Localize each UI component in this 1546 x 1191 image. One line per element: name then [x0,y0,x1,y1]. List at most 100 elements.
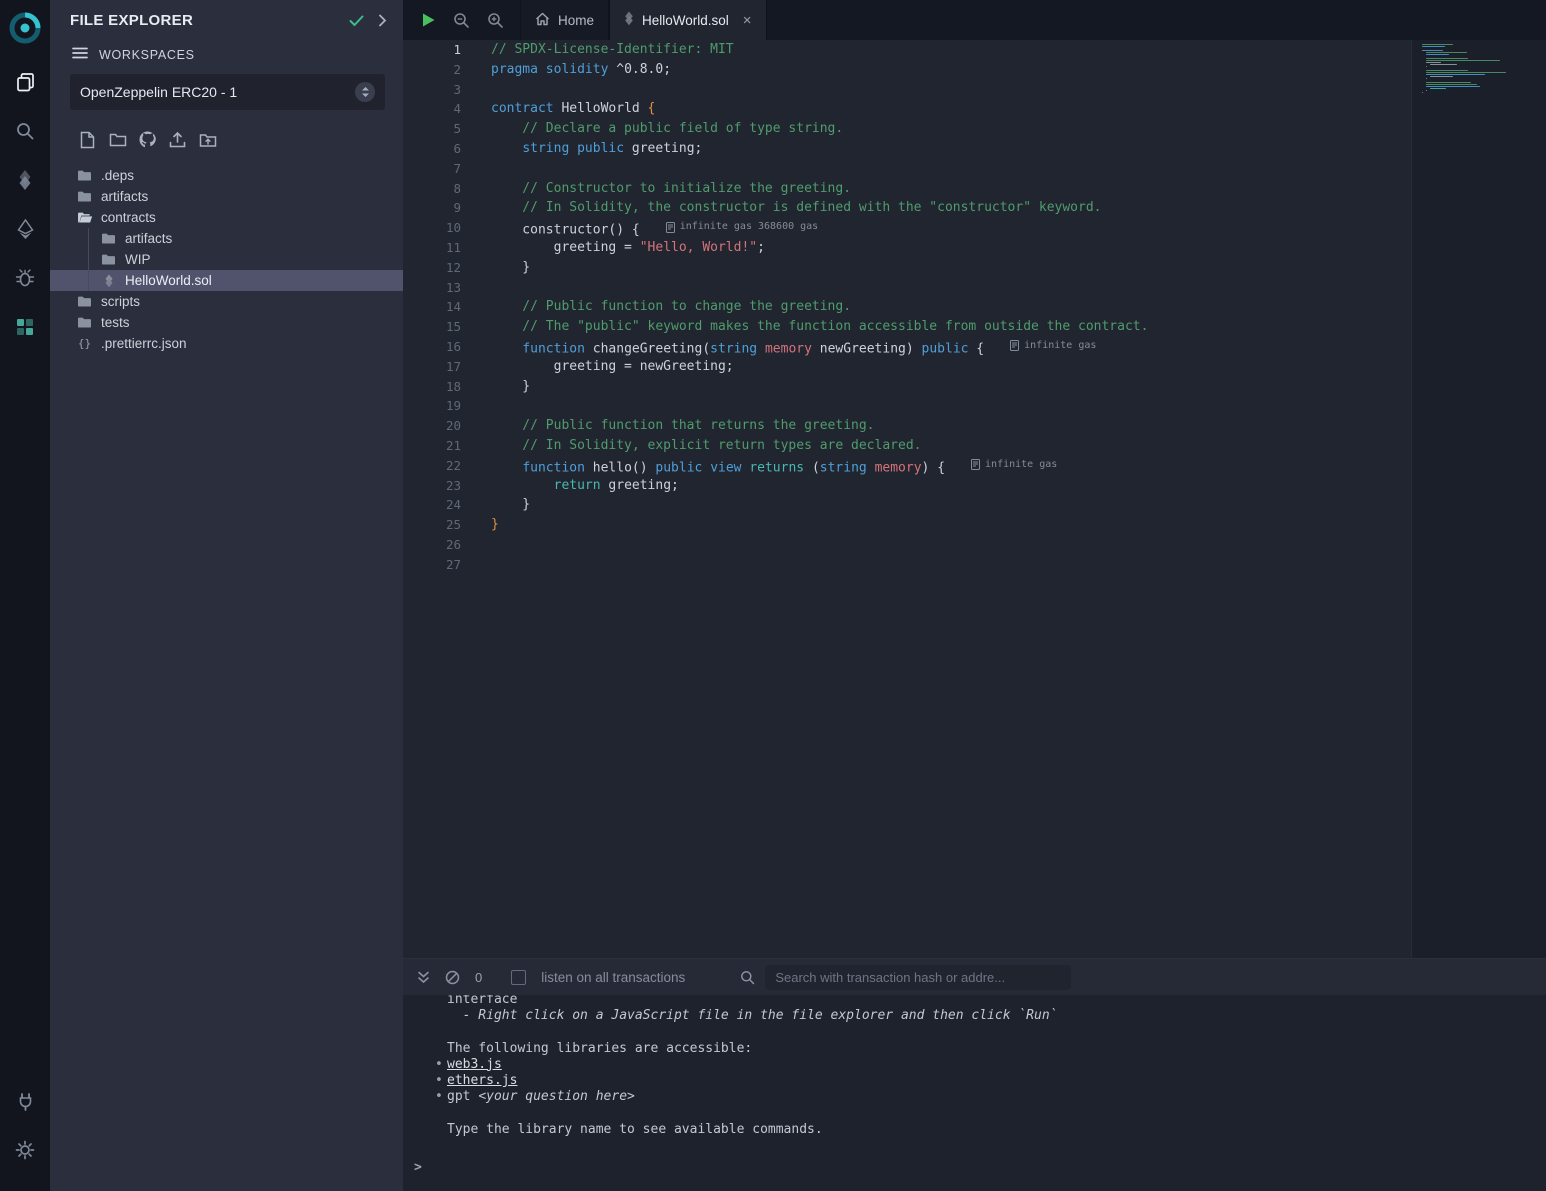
code-line-21: 21 // In Solidity, explicit return types… [403,436,1411,456]
indent-guide [88,270,89,291]
terminal-search-input[interactable] [765,965,1071,990]
file-tree-item-artifacts[interactable]: artifacts [50,228,403,249]
line-number: 16 [403,337,475,357]
zoom-out-icon[interactable] [453,12,470,29]
file-tree-item-.deps[interactable]: .deps [50,165,403,186]
tab-label: HelloWorld.sol [642,13,729,28]
upload-folder-icon[interactable] [198,130,217,149]
minimap-line [1426,82,1471,83]
terminal-line: The following libraries are accessible: [447,1041,1546,1057]
file-name: tests [101,315,130,330]
code-line-6: 6 string public greeting; [403,139,1411,159]
line-number: 5 [403,119,475,139]
code-line-14: 14 // Public function to change the gree… [403,297,1411,317]
file-tree: .deps artifacts contracts artifacts WIP Hello… [50,165,403,354]
play-button[interactable] [421,12,436,28]
plugins-icon[interactable] [7,309,43,345]
minimap-line [1426,70,1468,71]
code-line-1: 1// SPDX-License-Identifier: MIT [403,40,1411,60]
terminal-panel: 0 listen on all transactions interface -… [403,958,1546,1191]
search-icon[interactable] [7,113,43,149]
workspaces-label: WORKSPACES [99,48,195,62]
terminal-link[interactable]: ethers.js [447,1073,517,1088]
file-name: scripts [101,294,140,309]
folder-icon [76,190,93,203]
folder-icon [100,232,117,245]
new-file-icon[interactable] [78,130,97,149]
tab-label: Home [558,13,594,28]
terminal-link[interactable]: web3.js [447,1057,502,1072]
line-number: 3 [403,80,475,100]
tab-home[interactable]: Home [520,0,609,40]
remix-logo-icon[interactable] [5,8,45,48]
debugger-icon[interactable] [7,260,43,296]
file-tree-item-.prettierrc.json[interactable]: {}.prettierrc.json [50,333,403,354]
file-explorer-panel: FILE EXPLORER WORKSPACES OpenZeppelin ER… [50,0,403,1191]
code-line-3: 3 [403,80,1411,100]
terminal-prompt[interactable]: > [414,1160,1546,1176]
workspace-name: OpenZeppelin ERC20 - 1 [80,84,355,100]
listen-transactions-checkbox[interactable] [511,970,526,985]
minimap-line [1422,46,1445,47]
close-tab-icon[interactable]: × [743,12,752,29]
file-tree-item-wip[interactable]: WIP [50,249,403,270]
line-number: 4 [403,99,475,119]
code-line-5: 5 // Declare a public field of type stri… [403,119,1411,139]
file-name: HelloWorld.sol [125,273,212,288]
plugin-icon-bar [0,0,50,1191]
folder-icon [76,295,93,308]
terminal-line [447,1105,1546,1121]
code-line-13: 13 [403,278,1411,298]
file-name: contracts [101,210,156,225]
plugin-manager-icon[interactable] [7,1083,43,1119]
workspace-selector[interactable]: OpenZeppelin ERC20 - 1 [70,74,385,110]
tab-bar: Home HelloWorld.sol × [403,0,1546,40]
file-tree-item-scripts[interactable]: scripts [50,291,403,312]
minimap-line [1426,78,1427,79]
terminal-search-icon [740,970,755,985]
minimap-line [1422,92,1423,93]
gas-estimate-badge: infinite gas 368600 gas [666,217,818,237]
deploy-and-run-icon[interactable] [7,211,43,247]
check-icon[interactable] [349,15,364,27]
code-editor[interactable]: 1// SPDX-License-Identifier: MIT2pragma … [403,40,1546,958]
new-folder-icon[interactable] [108,130,127,149]
code-area[interactable]: 1// SPDX-License-Identifier: MIT2pragma … [403,40,1411,958]
terminal-line: •web3.js [447,1057,1546,1073]
expand-terminal-icon[interactable] [417,971,430,984]
file-name: .deps [101,168,134,183]
clear-console-icon[interactable] [445,970,460,985]
line-number: 17 [403,357,475,377]
chevron-right-icon[interactable] [378,14,387,27]
minimap-line [1426,72,1506,73]
code-line-8: 8 // Constructor to initialize the greet… [403,179,1411,199]
file-tree-item-tests[interactable]: tests [50,312,403,333]
terminal-line: - Right click on a JavaScript file in th… [447,1008,1546,1024]
file-tree-item-artifacts[interactable]: artifacts [50,186,403,207]
upload-file-icon[interactable] [168,130,187,149]
code-line-10: 10 constructor() {infinite gas 368600 ga… [403,218,1411,238]
code-line-16: 16 function changeGreeting(string memory… [403,337,1411,357]
minimap-line [1426,84,1477,85]
minimap-line [1426,90,1427,91]
file-name: artifacts [125,231,172,246]
code-line-11: 11 greeting = "Hello, World!"; [403,238,1411,258]
settings-gear-icon[interactable] [7,1132,43,1168]
folder-icon [76,316,93,329]
workspace-options-icon[interactable] [355,82,375,102]
solidity-file-icon [624,11,634,29]
solidity-compiler-icon[interactable] [7,162,43,198]
workspaces-menu-icon[interactable] [72,47,88,62]
github-clone-icon[interactable] [138,130,157,149]
bullet: • [435,1057,443,1073]
code-line-24: 24 } [403,495,1411,515]
tab-helloworld-sol[interactable]: HelloWorld.sol × [609,0,767,40]
minimap[interactable] [1422,44,1536,97]
gas-estimate-badge: infinite gas [1010,336,1096,356]
line-number: 22 [403,456,475,476]
file-tree-item-contracts[interactable]: contracts [50,207,403,228]
file-explorer-icon[interactable] [7,64,43,100]
home-icon [535,12,550,29]
zoom-in-icon[interactable] [487,12,504,29]
file-tree-item-helloworld.sol[interactable]: HelloWorld.sol [50,270,403,291]
